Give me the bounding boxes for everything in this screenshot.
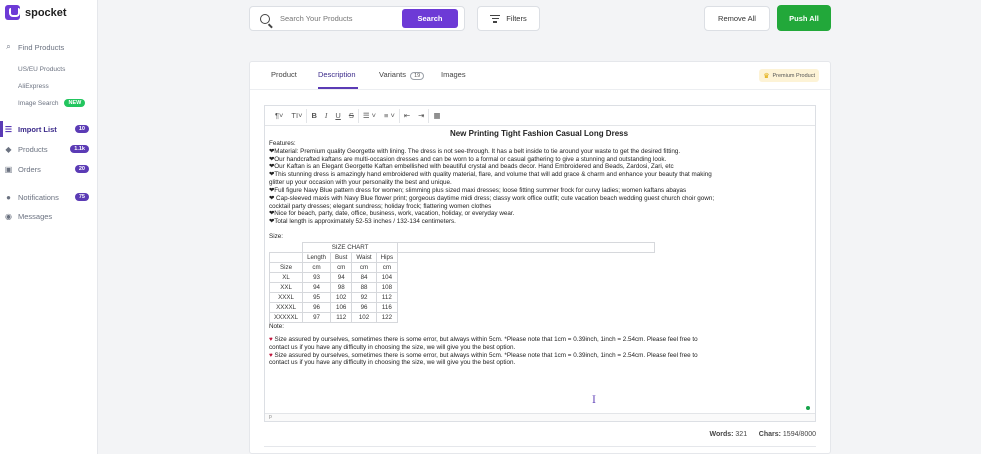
- note-line: ♥ Size assured by ourselves, sometimes t…: [269, 335, 698, 343]
- bell-icon: ●: [6, 192, 11, 202]
- sidebar-item-find-products[interactable]: ⌕ Find Products: [0, 39, 98, 55]
- active-tab-underline: [318, 87, 358, 89]
- filter-icon: [490, 14, 501, 23]
- description-editor: ¶ ˅ TI ˅ B I U S ☰ ˅ ≡ ˅ ⇤ ⇥ ▦ New Print…: [264, 105, 816, 422]
- size-chart-table: SIZE CHART Length Bust Waist Hips Size c…: [268, 241, 656, 323]
- logo[interactable]: spocket: [5, 5, 67, 20]
- search-box: Search: [249, 6, 465, 31]
- table-row: XXXL 95 102 92 112: [268, 291, 655, 303]
- product-card: Product Description Variants 19 Images ♛…: [249, 61, 831, 454]
- feature-line: ❤Total length is approximately 52-53 inc…: [269, 218, 456, 226]
- tab-images[interactable]: Images: [441, 70, 466, 79]
- feature-line: ❤Our Kaftan is an Elegant Georgette Kaft…: [269, 163, 674, 171]
- sidebar: spocket ⌕ Find Products US/EU Products A…: [0, 0, 98, 454]
- table-row: Length Bust Waist Hips: [268, 251, 655, 263]
- feature-line: cocktail party dresses; elegant sundress…: [269, 202, 492, 210]
- list-icon: ☰: [4, 124, 13, 134]
- strikethrough-button[interactable]: S: [345, 108, 359, 123]
- indent-icon[interactable]: ⇥: [414, 108, 430, 123]
- chat-icon: ◉: [5, 211, 12, 221]
- editor-toolbar: ¶ ˅ TI ˅ B I U S ☰ ˅ ≡ ˅ ⇤ ⇥ ▦: [265, 106, 815, 126]
- sidebar-item-us-eu-products[interactable]: US/EU Products: [0, 61, 98, 77]
- premium-badge: ♛ Premium Product: [759, 69, 819, 82]
- table-row: XXL 94 98 88 108: [268, 281, 655, 293]
- feature-line: glitter up your occasion with your perso…: [269, 179, 452, 187]
- underline-button[interactable]: U: [331, 109, 344, 123]
- feature-line: ❤Nice for beach, party, date, office, bu…: [269, 210, 515, 218]
- char-count: 1594/8000: [782, 431, 816, 438]
- editor-status-bar: p: [265, 413, 815, 421]
- sidebar-item-orders[interactable]: ▣ Orders 20: [0, 161, 98, 177]
- font-size-button[interactable]: TI ˅: [287, 108, 308, 123]
- table-row: SIZE CHART: [269, 241, 656, 253]
- table-row: Size cm cm cm cm: [268, 261, 655, 273]
- paragraph-format-button[interactable]: ¶ ˅: [271, 109, 287, 123]
- feature-line: ❤This stunning dress is amazingly hand e…: [269, 171, 712, 179]
- feature-line: ❤Material: Premium quality Georgette wit…: [269, 147, 681, 155]
- feature-line: ❤Full figure Navy Blue pattern dress for…: [269, 186, 687, 194]
- table-row: XXXXXL 97 112 102 122: [268, 311, 655, 323]
- word-char-counts: Words: 321 Chars: 1594/8000: [709, 431, 816, 438]
- filters-button[interactable]: Filters: [477, 6, 540, 31]
- tab-product[interactable]: Product: [271, 70, 297, 79]
- status-dot-icon: [806, 406, 810, 410]
- new-badge: NEW: [64, 99, 86, 107]
- note-label: Note:: [269, 322, 285, 330]
- bold-button[interactable]: B: [307, 109, 320, 123]
- note-line: ♥ Size assured by ourselves, sometimes t…: [269, 351, 698, 359]
- table-cell: [397, 241, 656, 253]
- search-icon: ⌕: [6, 42, 11, 51]
- orders-badge: 20: [74, 165, 89, 173]
- description-title: New Printing Tight Fashion Casual Long D…: [449, 129, 629, 138]
- app-name: spocket: [25, 6, 67, 19]
- search-icon: [260, 13, 270, 24]
- sidebar-item-aliexpress[interactable]: AliExpress: [0, 78, 98, 94]
- numbered-list-icon[interactable]: ≡ ˅: [380, 108, 400, 123]
- feature-line: ❤ Cap-sleeved maxis with Navy Blue flowe…: [269, 194, 715, 202]
- sidebar-item-notifications[interactable]: ● Notifications 75: [0, 189, 98, 205]
- sidebar-item-products[interactable]: ◆ Products 1.1k: [0, 141, 98, 157]
- note-line: contact us if you have any difficulty in…: [269, 359, 516, 367]
- import-list-badge: 10: [74, 125, 89, 133]
- tab-variants[interactable]: Variants 19: [379, 70, 425, 80]
- push-all-button[interactable]: Push All: [777, 5, 831, 31]
- search-button[interactable]: Search: [402, 9, 458, 28]
- spocket-logo-icon: [5, 5, 20, 20]
- notifications-badge: 75: [74, 193, 89, 201]
- crown-icon: ♛: [763, 72, 770, 80]
- word-count: 321: [735, 431, 748, 438]
- table-row: XXXXL 96 106 96 116: [268, 301, 655, 313]
- table-icon[interactable]: ▦: [429, 109, 444, 123]
- feature-line: ❤Our handcrafted kaftans are multi-occas…: [269, 155, 667, 163]
- tab-bar: Product Description Variants 19 Images ♛…: [250, 62, 830, 90]
- search-input[interactable]: [280, 14, 390, 23]
- cart-icon: ▣: [4, 164, 13, 174]
- products-badge: 1.1k: [70, 145, 89, 153]
- text-cursor-icon: I: [592, 395, 596, 406]
- variants-count-badge: 19: [410, 72, 425, 80]
- bullet-list-icon[interactable]: ☰ ˅: [359, 109, 380, 123]
- table-row: XL 93 94 84 104: [268, 271, 655, 283]
- features-label: Features:: [269, 139, 296, 147]
- sidebar-item-image-search[interactable]: Image Search NEW: [0, 95, 98, 111]
- divider: [264, 446, 816, 447]
- note-line: contact us if you have any difficulty in…: [269, 343, 516, 351]
- remove-all-button[interactable]: Remove All: [704, 6, 770, 31]
- sidebar-item-messages[interactable]: ◉ Messages: [0, 208, 98, 224]
- editor-content[interactable]: New Printing Tight Fashion Casual Long D…: [268, 128, 809, 367]
- sidebar-item-import-list[interactable]: ☰ Import List 10: [0, 121, 98, 137]
- italic-button[interactable]: I: [321, 109, 332, 123]
- tag-icon: ◆: [5, 144, 12, 154]
- outdent-icon[interactable]: ⇤: [400, 109, 414, 123]
- size-chart-title: SIZE CHART: [302, 241, 399, 253]
- size-label: Size:: [269, 233, 283, 241]
- tab-description[interactable]: Description: [318, 70, 356, 79]
